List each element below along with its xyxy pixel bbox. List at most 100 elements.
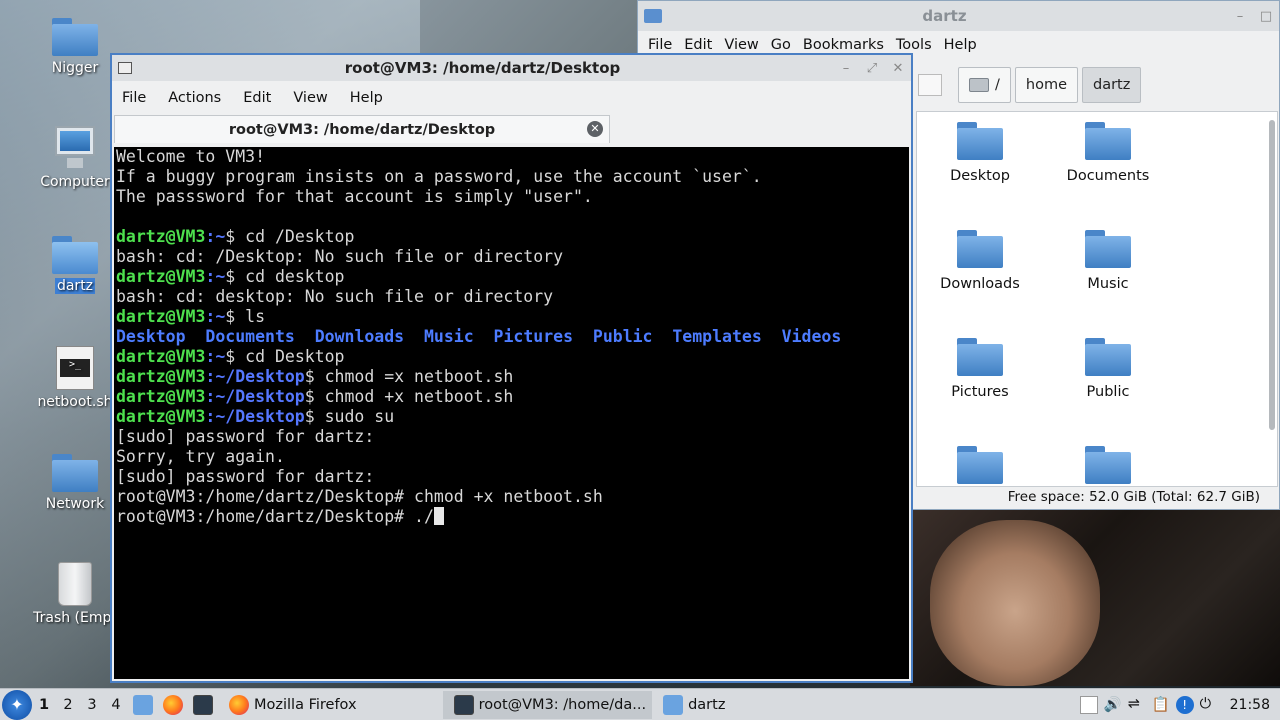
desktop-icon-label: Computer bbox=[40, 174, 110, 190]
file-manager-titlebar[interactable]: dartz – □ bbox=[638, 1, 1279, 31]
workspace-4[interactable]: 4 bbox=[104, 697, 128, 713]
file-list[interactable]: Desktop Documents Downloads Music Pictur… bbox=[916, 111, 1278, 487]
command-text: $ chmod =x netboot.sh bbox=[304, 367, 514, 386]
menu-help[interactable]: Help bbox=[350, 90, 405, 106]
terminal-line: Welcome to VM3! bbox=[116, 147, 266, 166]
folder-downloads[interactable]: Downloads bbox=[917, 230, 1043, 292]
terminal-line: [sudo] password for dartz: bbox=[116, 427, 375, 446]
folder-public[interactable]: Public bbox=[1045, 338, 1171, 400]
menu-actions[interactable]: Actions bbox=[168, 90, 243, 106]
clock: 21:58 bbox=[1229, 696, 1270, 713]
terminal-line: dartz@VM3:~$ ls bbox=[116, 307, 907, 327]
workspace-3[interactable]: 3 bbox=[80, 697, 104, 713]
terminal-line: If a buggy program insists on a password… bbox=[116, 167, 762, 186]
maximize-icon[interactable]: □ bbox=[1253, 9, 1279, 24]
start-menu-icon[interactable]: ✦ bbox=[2, 689, 32, 720]
terminal-output[interactable]: Welcome to VM3! If a buggy program insist… bbox=[114, 147, 909, 679]
terminal-line: dartz@VM3:~/Desktop$ chmod +x netboot.sh bbox=[116, 387, 907, 407]
desktop-icon-label: dartz bbox=[54, 278, 96, 294]
status-bar: Free space: 52.0 GiB (Total: 62.7 GiB) bbox=[1007, 489, 1260, 505]
prompt-path: :~ bbox=[205, 227, 226, 246]
path-dartz-button[interactable]: dartz bbox=[1082, 67, 1142, 103]
downloads-folder-icon bbox=[957, 230, 1003, 268]
prompt-user: dartz@VM3 bbox=[116, 407, 206, 426]
folder-icon bbox=[52, 18, 98, 56]
menu-view[interactable]: View bbox=[724, 37, 770, 53]
pictures-folder-icon bbox=[957, 338, 1003, 376]
wallpaper-face bbox=[930, 520, 1100, 686]
menu-edit[interactable]: Edit bbox=[684, 37, 724, 53]
terminal-line: Desktop Documents Downloads Music Pictur… bbox=[116, 327, 907, 347]
command-text: $ sudo su bbox=[304, 407, 395, 426]
workspace-1[interactable]: 1 bbox=[32, 697, 56, 713]
menu-go[interactable]: Go bbox=[771, 37, 803, 53]
file-manager-launcher-icon[interactable] bbox=[133, 694, 153, 715]
folder-templates[interactable] bbox=[917, 446, 1043, 486]
prompt-path: :~/Desktop bbox=[205, 387, 305, 406]
folder-videos[interactable] bbox=[1045, 446, 1171, 486]
volume-icon[interactable]: 🔊 bbox=[1104, 696, 1122, 714]
prompt-user: dartz@VM3 bbox=[116, 367, 206, 386]
script-icon bbox=[56, 346, 94, 390]
path-bar: / home dartz bbox=[918, 63, 1142, 107]
prompt-path: :~ bbox=[205, 307, 226, 326]
task-file-manager[interactable]: dartz bbox=[652, 691, 731, 719]
power-icon[interactable]: ⏻ bbox=[1200, 696, 1218, 714]
terminal-line: Sorry, try again. bbox=[116, 447, 285, 466]
command-text: $ chmod +x netboot.sh bbox=[304, 387, 514, 406]
prompt-user: dartz@VM3 bbox=[116, 227, 206, 246]
folder-desktop[interactable]: Desktop bbox=[917, 122, 1043, 184]
menu-view[interactable]: View bbox=[293, 90, 349, 106]
task-terminal[interactable]: root@VM3: /home/da... bbox=[442, 690, 653, 719]
terminal-titlebar[interactable]: root@VM3: /home/dartz/Desktop – ⤢ ✕ bbox=[112, 55, 911, 81]
list-view-icon[interactable] bbox=[918, 74, 942, 96]
menu-file[interactable]: File bbox=[648, 37, 684, 53]
minimize-icon[interactable]: – bbox=[833, 61, 859, 76]
directory-name: Public bbox=[592, 327, 653, 346]
workspace-2[interactable]: 2 bbox=[56, 697, 80, 713]
folder-pictures[interactable]: Pictures bbox=[917, 338, 1043, 400]
tab-bar: root@VM3: /home/dartz/Desktop ✕ bbox=[112, 115, 911, 145]
window-title: dartz bbox=[922, 7, 967, 25]
path-home-button[interactable]: home bbox=[1014, 67, 1078, 103]
home-folder-icon bbox=[52, 236, 98, 274]
menu-tools[interactable]: Tools bbox=[896, 37, 944, 53]
computer-icon bbox=[51, 126, 99, 170]
folder-documents[interactable]: Documents bbox=[1045, 122, 1171, 184]
folder-music[interactable]: Music bbox=[1045, 230, 1171, 292]
terminal-line: dartz@VM3:~$ cd Desktop bbox=[116, 347, 907, 367]
documents-folder-icon bbox=[1085, 122, 1131, 160]
terminal-launcher-icon[interactable] bbox=[193, 694, 213, 715]
directory-name: Music bbox=[423, 327, 474, 346]
maximize-icon[interactable]: ⤢ bbox=[859, 61, 885, 76]
prompt-user: dartz@VM3 bbox=[116, 267, 206, 286]
window-title: root@VM3: /home/dartz/Desktop bbox=[344, 59, 621, 77]
folder-icon bbox=[644, 9, 662, 23]
firefox-icon bbox=[229, 694, 249, 715]
music-folder-icon bbox=[1085, 230, 1131, 268]
menu-help[interactable]: Help bbox=[944, 37, 989, 53]
firefox-launcher-icon[interactable] bbox=[163, 694, 183, 715]
menu-edit[interactable]: Edit bbox=[243, 90, 293, 106]
update-icon[interactable]: ! bbox=[1175, 695, 1194, 714]
terminal-tab[interactable]: root@VM3: /home/dartz/Desktop ✕ bbox=[114, 115, 610, 143]
task-firefox[interactable]: Mozilla Firefox bbox=[218, 691, 363, 719]
prompt-user: dartz@VM3 bbox=[116, 347, 206, 366]
prompt-user: dartz@VM3 bbox=[116, 387, 206, 406]
desktop-icon[interactable] bbox=[1079, 695, 1098, 714]
minimize-icon[interactable]: – bbox=[1227, 9, 1253, 24]
path-root-button[interactable]: / bbox=[958, 67, 1011, 103]
network-icon[interactable]: ⇌ bbox=[1128, 696, 1146, 714]
system-tray: 🔊 ⇌ 📋 ! ⏻ 21:58 bbox=[1079, 695, 1280, 714]
close-tab-icon[interactable]: ✕ bbox=[587, 121, 603, 137]
clipboard-icon[interactable]: 📋 bbox=[1152, 696, 1170, 714]
menu-bookmarks[interactable]: Bookmarks bbox=[803, 37, 896, 53]
desktop-icon-label: Trash (Empt bbox=[33, 610, 117, 626]
templates-folder-icon bbox=[957, 446, 1003, 484]
prompt-user: dartz@VM3 bbox=[116, 307, 206, 326]
prompt-path: :~ bbox=[205, 267, 226, 286]
menu-file[interactable]: File bbox=[122, 90, 168, 106]
close-icon[interactable]: ✕ bbox=[885, 61, 911, 76]
terminal-window[interactable]: root@VM3: /home/dartz/Desktop – ⤢ ✕ File… bbox=[110, 53, 913, 683]
scrollbar[interactable] bbox=[1269, 120, 1275, 430]
